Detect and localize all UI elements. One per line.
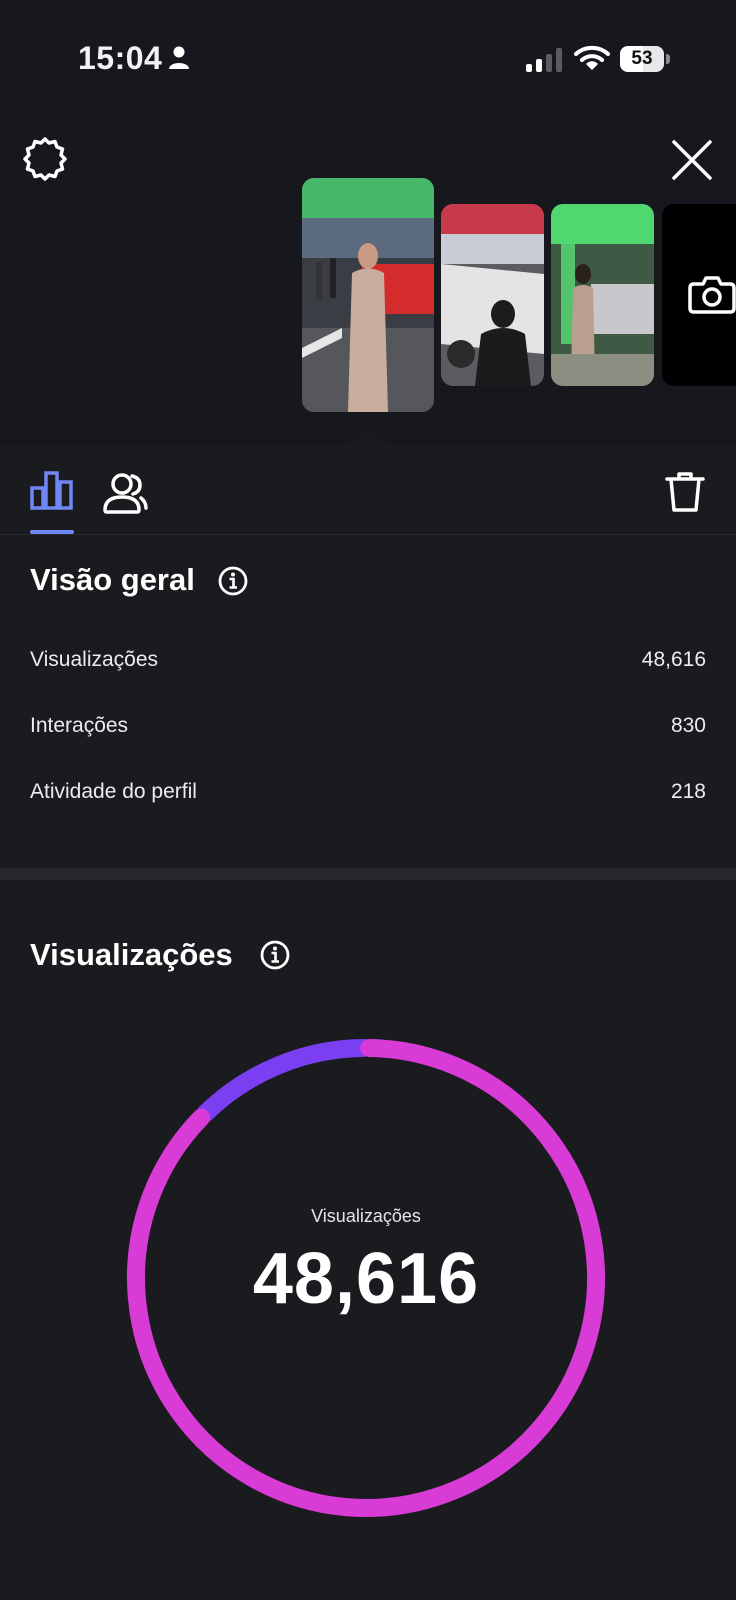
- bar-chart-icon: [30, 471, 73, 510]
- views-title: Visualizações: [30, 937, 233, 972]
- person-icon: [169, 46, 189, 69]
- thumbnail-image-1: [302, 178, 434, 412]
- donut-center-label: Visualizações: [311, 1206, 421, 1226]
- tab-insights[interactable]: [30, 470, 74, 534]
- overview-row-interactions[interactable]: Interações 830: [30, 706, 706, 746]
- info-icon[interactable]: [260, 940, 290, 970]
- thumbnail-image-3: [551, 204, 654, 386]
- status-bar: 15:04 53: [0, 0, 736, 120]
- trash-icon[interactable]: [664, 470, 706, 514]
- camera-icon: [688, 276, 736, 314]
- section-divider: [0, 868, 736, 880]
- info-icon[interactable]: [218, 566, 248, 596]
- row-label: Interações: [30, 714, 129, 737]
- status-time: 15:04: [78, 40, 163, 76]
- add-story-thumbnail[interactable]: [662, 204, 736, 386]
- story-thumbnail-selected[interactable]: [302, 178, 434, 412]
- battery-tip: [666, 54, 670, 64]
- gear-icon[interactable]: [22, 136, 68, 182]
- insights-tab-bar: [0, 446, 736, 535]
- story-thumbnail[interactable]: [551, 204, 654, 386]
- selected-pointer: [348, 428, 388, 446]
- overview-row-views[interactable]: Visualizações 48,616: [30, 640, 706, 680]
- row-label: Visualizações: [30, 648, 159, 671]
- row-value: 218: [670, 780, 706, 803]
- battery-percentage: 53: [631, 48, 653, 69]
- wifi-icon: [574, 45, 610, 70]
- signal-icon: [526, 48, 562, 72]
- row-value: 48,616: [641, 648, 706, 671]
- close-icon[interactable]: [668, 136, 716, 184]
- row-value: 830: [670, 714, 706, 737]
- story-thumbnail[interactable]: [441, 204, 544, 386]
- overview-row-profile-activity[interactable]: Atividade do perfil 218: [30, 772, 706, 812]
- battery-indicator: 53: [620, 46, 670, 72]
- overview-title: Visão geral: [30, 562, 195, 597]
- donut-center-value: 48,616: [252, 1239, 480, 1319]
- row-label: Atividade do perfil: [30, 780, 197, 803]
- thumbnail-image-2: [441, 204, 544, 386]
- stories-header: 15:04 53: [0, 0, 736, 446]
- views-donut-center: Visualizações 48,616: [126, 1038, 606, 1518]
- active-tab-indicator: [30, 530, 74, 534]
- audience-icon[interactable]: [102, 470, 148, 518]
